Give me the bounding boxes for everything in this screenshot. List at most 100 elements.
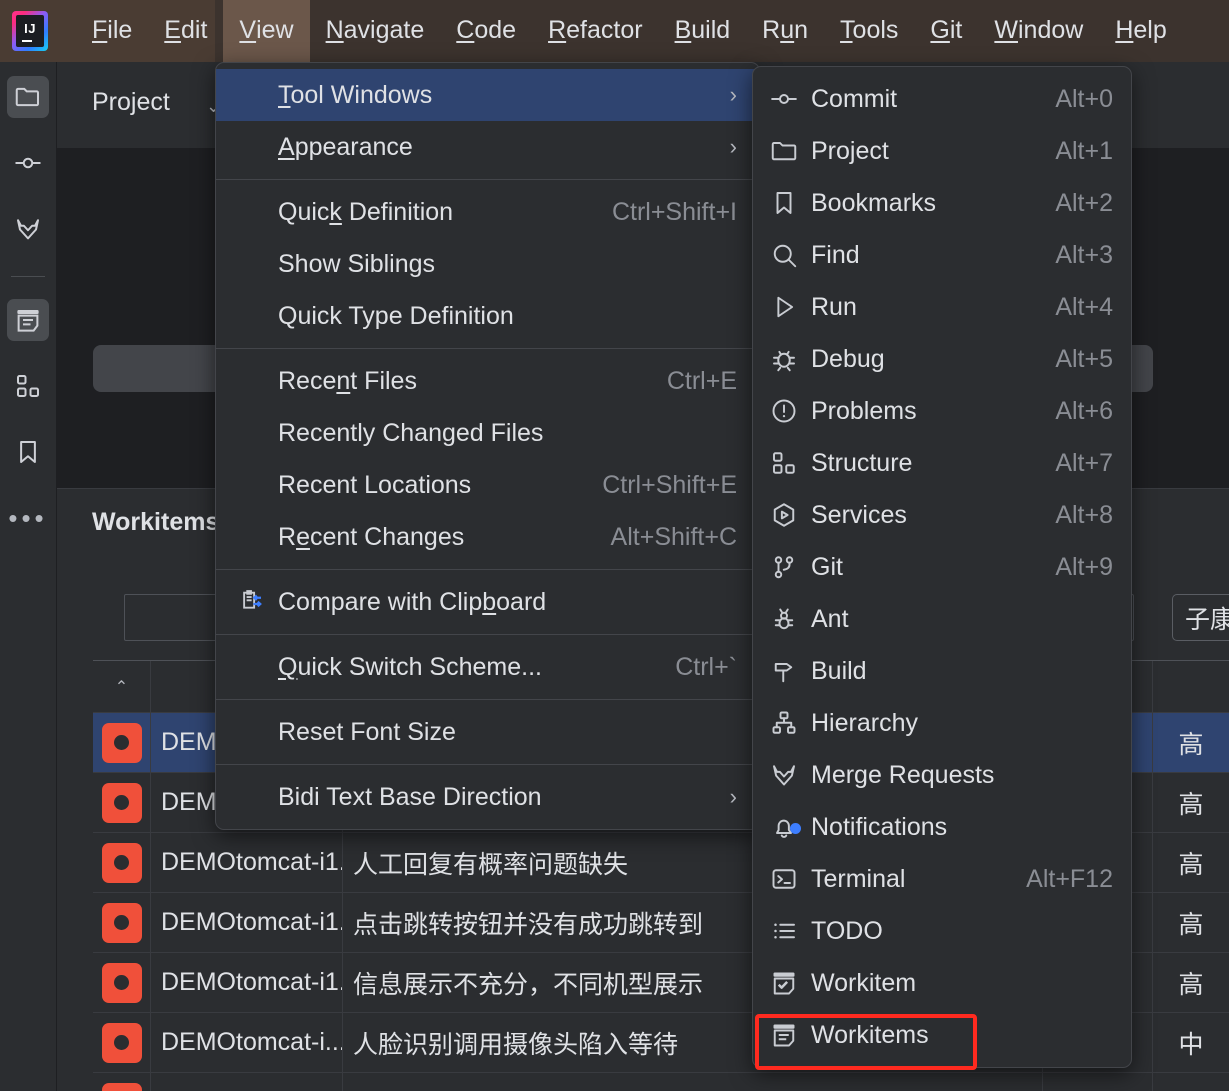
view-menu-label-quick-switch-scheme: Quick Switch Scheme...: [278, 652, 542, 681]
view-menu-item-show-siblings[interactable]: Show Siblings: [216, 238, 759, 290]
view-menu-label-show-siblings: Show Siblings: [278, 249, 436, 278]
git-branch-icon: [769, 552, 811, 582]
view-menu-item-recent-files[interactable]: Recent Files Ctrl+E: [216, 355, 759, 407]
toolwindow-label: Structure: [811, 448, 913, 477]
strip-item-merge-requests[interactable]: [7, 208, 49, 250]
toolwindow-label: Project: [811, 136, 889, 165]
view-menu-item-appearance[interactable]: Appearance ›: [216, 121, 759, 173]
view-menu-label-quick-definition: Quick Definition: [278, 197, 454, 226]
menu-items: File Edit View Navigate Code Refactor Bu…: [76, 0, 1183, 62]
row-id-cell: DEMOtomcat-i...: [151, 1013, 343, 1072]
toolwindow-item-hierarchy[interactable]: Hierarchy: [753, 697, 1131, 749]
menu-help[interactable]: Help: [1099, 11, 1182, 51]
view-menu-item-tool-windows[interactable]: Tool Windows ›: [216, 69, 759, 121]
row-id-cell: DEMOtomcat-i1...: [151, 953, 343, 1012]
toolwindow-item-terminal[interactable]: Terminal Alt+F12: [753, 853, 1131, 905]
commit-icon: [13, 148, 43, 178]
toolwindow-label: Services: [811, 500, 907, 529]
view-menu-item-recently-changed-files[interactable]: Recently Changed Files: [216, 407, 759, 459]
toolwindow-label: Workitem: [811, 968, 917, 997]
view-menu-label-compare-with-clipboard: Compare with Clipboard: [278, 587, 547, 616]
view-menu-item-reset-font-size[interactable]: Reset Font Size: [216, 706, 759, 758]
ide-window: IJ File Edit View Navigate Code Refactor…: [0, 0, 1229, 1091]
toolwindow-label: Run: [811, 292, 857, 321]
tool-windows-submenu-popup: Commit Alt+0 Project Alt+1 Bookmarks Alt+2 Fin…: [752, 66, 1132, 1068]
menu-navigate[interactable]: Navigate: [310, 11, 441, 51]
toolwindow-item-git[interactable]: Git Alt+9: [753, 541, 1131, 593]
toolwindow-shortcut: Alt+F12: [1026, 864, 1113, 893]
workitems-icon: [769, 1020, 811, 1050]
view-menu-shortcut-recent-changes: Alt+Shift+C: [610, 522, 737, 551]
strip-item-bookmarks[interactable]: [7, 431, 49, 473]
bug-icon: [101, 1022, 142, 1063]
strip-item-project[interactable]: [7, 76, 49, 118]
menu-tools[interactable]: Tools: [824, 11, 914, 51]
menu-file[interactable]: File: [76, 11, 148, 51]
row-extra-cell: [1043, 1073, 1153, 1091]
toolwindow-label: Merge Requests: [811, 760, 995, 789]
menu-run[interactable]: Run: [746, 11, 824, 51]
workitems-user-filter-button[interactable]: 子康: [1172, 594, 1229, 641]
toolwindow-item-find[interactable]: Find Alt+3: [753, 229, 1131, 281]
toolwindow-item-bookmarks[interactable]: Bookmarks Alt+2: [753, 177, 1131, 229]
view-menu-item-bidi-text-base-direction[interactable]: Bidi Text Base Direction ›: [216, 771, 759, 823]
intellij-logo-icon: IJ: [12, 11, 48, 51]
table-header-priority[interactable]: [1153, 661, 1229, 712]
view-menu-label-tool-windows: Tool Windows: [278, 80, 433, 109]
menu-refactor[interactable]: Refactor: [532, 11, 659, 51]
view-menu-item-recent-changes[interactable]: Recent Changes Alt+Shift+C: [216, 511, 759, 563]
toolwindow-shortcut: Alt+4: [1055, 292, 1113, 321]
toolwindow-item-structure[interactable]: Structure Alt+7: [753, 437, 1131, 489]
view-menu-label-recent-changes: Recent Changes: [278, 522, 465, 551]
toolwindow-label: Bookmarks: [811, 188, 937, 217]
table-row[interactable]: DEMOtomcat-i...未进行人脸识别，强制退出后 高: [93, 1073, 1229, 1091]
workitems-panel-title: Workitems: [92, 508, 220, 536]
table-header-sort[interactable]: ⌃: [93, 661, 151, 712]
main-menu-bar: IJ File Edit View Navigate Code Refactor…: [0, 0, 1229, 62]
row-status-cell: [93, 893, 151, 952]
menu-separator: [216, 699, 759, 700]
menu-separator: [216, 764, 759, 765]
view-menu-item-quick-switch-scheme[interactable]: Quick Switch Scheme... Ctrl+`: [216, 641, 759, 693]
menu-code[interactable]: Code: [440, 11, 532, 51]
strip-item-workitems[interactable]: [7, 299, 49, 341]
toolwindow-item-merge-requests[interactable]: Merge Requests: [753, 749, 1131, 801]
view-menu-shortcut-quick-definition: Ctrl+Shift+I: [611, 197, 737, 226]
toolwindow-item-workitems[interactable]: Workitems: [753, 1009, 1131, 1061]
toolwindow-item-commit[interactable]: Commit Alt+0: [753, 73, 1131, 125]
view-menu-shortcut-recent-files: Ctrl+E: [666, 366, 737, 395]
toolwindow-label: Ant: [811, 604, 849, 633]
toolwindow-item-services[interactable]: Services Alt+8: [753, 489, 1131, 541]
hammer-icon: [769, 656, 811, 686]
toolwindow-item-problems[interactable]: Problems Alt+6: [753, 385, 1131, 437]
toolwindow-label: Workitems: [811, 1020, 929, 1049]
strip-item-more[interactable]: •••: [7, 497, 49, 539]
menu-edit[interactable]: Edit: [148, 11, 223, 51]
toolwindow-item-run[interactable]: Run Alt+4: [753, 281, 1131, 333]
view-menu-item-recent-locations[interactable]: Recent Locations Ctrl+Shift+E: [216, 459, 759, 511]
hierarchy-icon: [769, 708, 811, 738]
toolwindow-item-project[interactable]: Project Alt+1: [753, 125, 1131, 177]
view-menu-item-quick-definition[interactable]: Quick Definition Ctrl+Shift+I: [216, 186, 759, 238]
toolwindow-item-todo[interactable]: TODO: [753, 905, 1131, 957]
bug-icon: [101, 842, 142, 883]
bell-icon: [769, 812, 811, 842]
strip-item-structure[interactable]: [7, 365, 49, 407]
folder-icon: [769, 136, 811, 166]
strip-item-commit[interactable]: [7, 142, 49, 184]
notification-badge-dot: [790, 823, 801, 834]
toolwindow-item-debug[interactable]: Debug Alt+5: [753, 333, 1131, 385]
toolwindow-shortcut: Alt+8: [1055, 500, 1113, 529]
menu-view[interactable]: View: [223, 0, 310, 62]
toolwindow-item-notifications[interactable]: Notifications: [753, 801, 1131, 853]
view-menu-item-quick-type-definition[interactable]: Quick Type Definition: [216, 290, 759, 342]
menu-git[interactable]: Git: [914, 11, 978, 51]
view-menu-label-reset-font-size: Reset Font Size: [278, 717, 456, 746]
gitlab-fox-icon: [769, 760, 811, 790]
view-menu-item-compare-with-clipboard[interactable]: Compare with Clipboard: [216, 576, 759, 628]
toolwindow-item-ant[interactable]: Ant: [753, 593, 1131, 645]
menu-build[interactable]: Build: [659, 11, 747, 51]
toolwindow-item-workitem[interactable]: Workitem: [753, 957, 1131, 1009]
menu-window[interactable]: Window: [978, 11, 1099, 51]
toolwindow-item-build[interactable]: Build: [753, 645, 1131, 697]
